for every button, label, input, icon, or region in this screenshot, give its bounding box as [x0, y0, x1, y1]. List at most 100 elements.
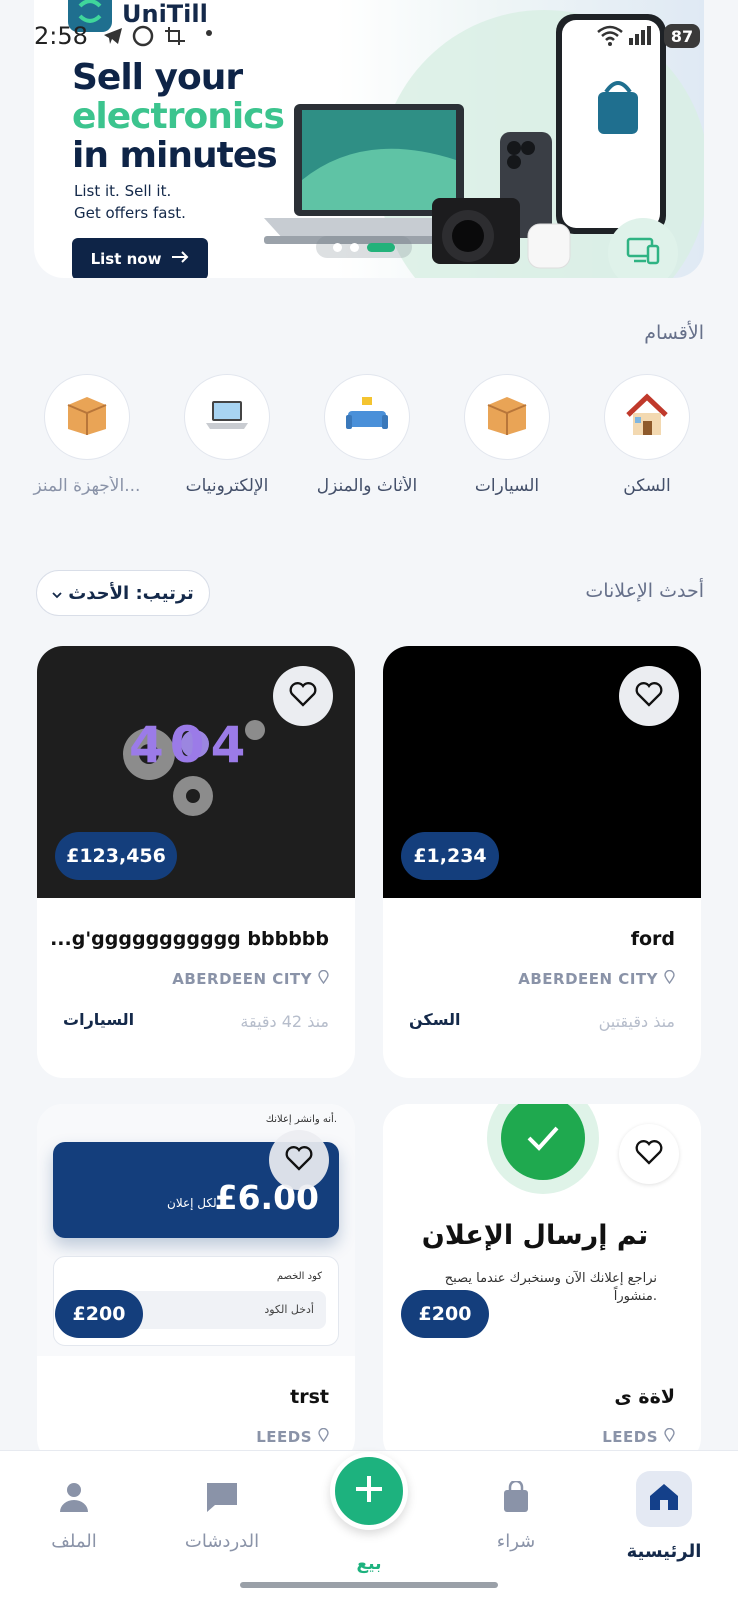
listing-category: السيارات: [63, 1010, 135, 1029]
headline-line-3: in minutes: [72, 135, 278, 176]
nav-label: الدردشات: [184, 1531, 260, 1552]
headline-line-2: electronics: [72, 96, 285, 137]
screenshot-icon: [164, 26, 186, 50]
carousel-indicator[interactable]: [316, 236, 412, 258]
listing-title: ford: [630, 928, 675, 950]
list-now-button[interactable]: List now: [72, 238, 208, 278]
nav-profile[interactable]: الملف: [14, 1481, 134, 1552]
category-housing[interactable]: السكن: [577, 374, 717, 496]
categories-title: الأقسام: [644, 322, 704, 344]
carousel-dot[interactable]: [350, 242, 359, 252]
category-electronics[interactable]: الإلكترونيات: [157, 374, 297, 496]
location-pin-icon: [664, 1427, 675, 1446]
heart-icon: [289, 681, 317, 711]
discount-code-placeholder: أدخل الكود: [264, 1303, 314, 1316]
arrow-right-icon: [171, 250, 189, 268]
banner-subtitle-1: List it. Sell it.: [74, 182, 172, 200]
chevron-down-icon: [52, 583, 62, 604]
nav-label: الملف: [51, 1531, 97, 1552]
category-label: الأثاث والمنزل: [316, 476, 418, 496]
listing-card[interactable]: 404 £123,456 ...g'ggggggggggg bbbbbb ABE…: [37, 646, 355, 1078]
listing-location: LEEDS: [256, 1427, 329, 1446]
telegram-icon: [102, 26, 124, 50]
category-cars[interactable]: السيارات: [437, 374, 577, 496]
headline-line-1: Sell your: [72, 57, 243, 98]
category-circle[interactable]: [44, 374, 130, 460]
location-pin-icon: [318, 969, 329, 988]
carousel-dot-active[interactable]: [367, 242, 395, 252]
category-circle[interactable]: [464, 374, 550, 460]
category-label: الأجهزة المنز...: [33, 476, 141, 496]
heart-icon: [635, 1139, 663, 1169]
location-text: ABERDEEN CITY: [172, 970, 312, 988]
price-badge: £200: [401, 1290, 489, 1338]
location-pin-icon: [318, 1427, 329, 1446]
nav-buy[interactable]: شراء: [456, 1479, 576, 1552]
camera-illustration: [432, 198, 520, 264]
clock: 2:58: [34, 22, 88, 50]
favorite-button[interactable]: [619, 666, 679, 726]
location-pin-icon: [664, 969, 675, 988]
location-text: LEEDS: [256, 1428, 312, 1446]
price-badge: £1,234: [401, 832, 499, 880]
listing-title: trst: [290, 1386, 329, 1408]
sort-dropdown[interactable]: ترتيب: الأحدث: [36, 570, 210, 616]
chat-bubble-icon: [205, 1483, 239, 1517]
heart-icon: [635, 681, 663, 711]
listing-card[interactable]: £1,234 ford ABERDEEN CITY منذ دقيقتين ال…: [383, 646, 701, 1078]
location-text: LEEDS: [602, 1428, 658, 1446]
listing-location: LEEDS: [602, 1427, 675, 1446]
publish-hint: أنه وانشر إعلانك.: [265, 1114, 337, 1125]
listing-card[interactable]: تم إرسال الإعلان نراجع إعلانك الآن وسنخب…: [383, 1104, 701, 1464]
sort-label: ترتيب: الأحدث: [68, 582, 194, 604]
favorite-button[interactable]: [273, 666, 333, 726]
shopping-bag-icon: [502, 1479, 530, 1517]
listing-location: ABERDEEN CITY: [172, 969, 329, 988]
signal-icon: [628, 24, 652, 50]
latest-listings-title: أحدث الإعلانات: [585, 580, 704, 602]
category-label: الإلكترونيات: [185, 476, 269, 496]
price-badge: £123,456: [55, 832, 177, 880]
status-bar: 2:58 87: [0, 18, 738, 54]
category-circle[interactable]: [604, 374, 690, 460]
category-appliances[interactable]: الأجهزة المنز...: [17, 374, 157, 496]
person-icon: [59, 1483, 89, 1517]
listing-location: ABERDEEN CITY: [518, 969, 675, 988]
listing-time: منذ دقيقتين: [598, 1012, 675, 1031]
price-badge: £200: [55, 1290, 143, 1338]
category-label: السيارات: [474, 476, 540, 496]
category-furniture[interactable]: الأثاث والمنزل: [297, 374, 437, 496]
box-icon: [484, 393, 530, 441]
nav-chats[interactable]: الدردشات: [162, 1481, 282, 1552]
listing-title: لاةة ى: [614, 1386, 675, 1408]
location-text: ABERDEEN CITY: [518, 970, 658, 988]
favorite-button[interactable]: [619, 1124, 679, 1184]
battery-indicator: 87: [664, 24, 700, 48]
messenger-icon: [132, 25, 154, 51]
notification-dot-icon: [206, 30, 212, 36]
nav-home[interactable]: الرئيسية: [604, 1471, 724, 1562]
listing-category: السكن: [409, 1010, 461, 1029]
wifi-icon: [596, 24, 624, 50]
sell-label: بيع: [356, 1554, 382, 1574]
discount-code-label: كود الخصم: [276, 1271, 322, 1282]
home-icon: [648, 1482, 680, 1516]
heart-icon: [285, 1145, 313, 1175]
home-indicator: [240, 1582, 498, 1588]
category-circle[interactable]: [184, 374, 270, 460]
carousel-dot[interactable]: [333, 242, 342, 252]
sell-fab-button[interactable]: [330, 1452, 408, 1530]
category-label: السكن: [623, 476, 671, 496]
listing-title: ...g'ggggggggggg bbbbbb: [50, 928, 329, 950]
laptop-icon: [204, 397, 250, 437]
banner-subtitle-2: Get offers fast.: [74, 204, 186, 222]
house-icon: [624, 393, 670, 441]
list-now-label: List now: [90, 250, 162, 268]
favorite-button[interactable]: [269, 1130, 329, 1190]
listing-time: منذ 42 دقيقة: [240, 1012, 329, 1031]
sofa-icon: [344, 395, 390, 439]
error-404-text: 404: [129, 716, 252, 774]
listing-card[interactable]: أنه وانشر إعلانك. £6.00 لكل إعلان كود ال…: [37, 1104, 355, 1464]
nav-home-highlight: [636, 1471, 692, 1527]
category-circle[interactable]: [324, 374, 410, 460]
